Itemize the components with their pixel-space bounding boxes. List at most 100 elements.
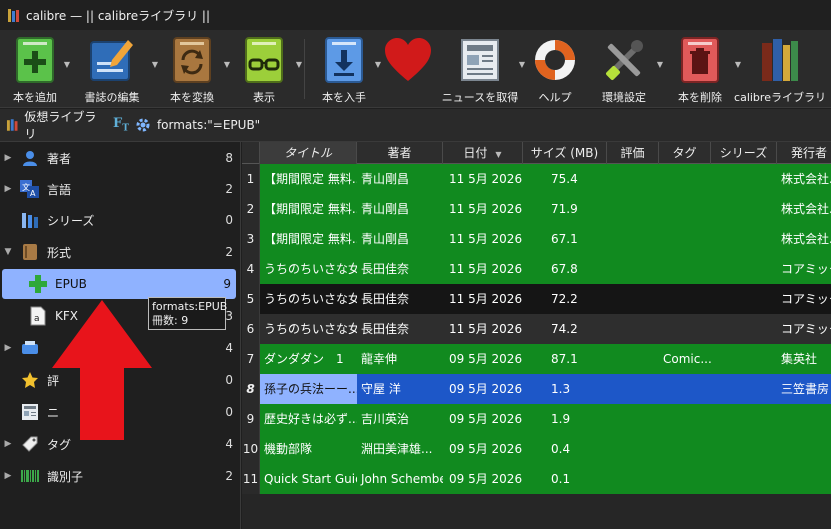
table-row[interactable]: 8 孫子の兵法ーー... 守屋 洋 09 5月 2026 1.3 三笠書房 [242, 374, 831, 404]
table-row[interactable]: 2【期間限定 無料...青山剛昌11 5月 202671.9 株式会社... [242, 194, 831, 224]
cell-publisher[interactable]: 株式会社... [777, 224, 831, 254]
cell-series[interactable] [711, 434, 777, 464]
cell-tags[interactable] [659, 164, 711, 194]
row-number[interactable]: 11 [242, 464, 260, 494]
table-row[interactable]: 1【期間限定 無料...青山剛昌11 5月 202675.4 株式会社... [242, 164, 831, 194]
cell-tags[interactable] [659, 194, 711, 224]
cell-tags[interactable] [659, 434, 711, 464]
cell-publisher[interactable] [777, 464, 831, 494]
cell-rating[interactable] [607, 194, 659, 224]
cell-tags[interactable]: Comic... [659, 344, 711, 374]
cell-tags[interactable] [659, 404, 711, 434]
get-books-button[interactable]: 本を入手 ▼ [309, 30, 381, 108]
expand-arrow-icon[interactable]: ▶ [1, 153, 15, 163]
remove-book-button[interactable]: 本を削除 ▼ [661, 30, 741, 108]
cell-title[interactable]: 歴史好きは必ず... [260, 404, 357, 434]
row-number[interactable]: 9 [242, 404, 260, 434]
add-book-button[interactable]: 本を追加 ▼ [2, 30, 70, 108]
tag-browser-item-identifiers[interactable]: ▶ 識別子 2 [0, 461, 238, 491]
cell-rating[interactable] [607, 434, 659, 464]
cell-tags[interactable] [659, 374, 711, 404]
search-settings-gear-icon[interactable] [135, 117, 151, 133]
cell-rating[interactable] [607, 314, 659, 344]
cell-publisher[interactable]: コアミックス [777, 284, 831, 314]
view-dropdown-icon[interactable]: ▼ [296, 60, 302, 69]
tag-browser-item-authors[interactable]: ▶ 著者 8 [0, 143, 238, 173]
cell-title[interactable]: ダンダダン 1 [260, 344, 357, 374]
convert-book-button[interactable]: 本を変換 ▼ [156, 30, 230, 108]
cell-series[interactable] [711, 404, 777, 434]
cell-tags[interactable] [659, 224, 711, 254]
cell-series[interactable] [711, 314, 777, 344]
cell-author[interactable]: 龍幸伸 [357, 344, 443, 374]
cell-date[interactable]: 09 5月 2026 [443, 404, 523, 434]
cell-tags[interactable] [659, 284, 711, 314]
cell-author[interactable]: John Schember [357, 464, 443, 494]
cell-author[interactable]: 守屋 洋 [357, 374, 443, 404]
cell-author[interactable]: 青山剛昌 [357, 194, 443, 224]
cell-publisher[interactable]: コアミックス [777, 254, 831, 284]
cell-series[interactable] [711, 224, 777, 254]
cell-author[interactable]: 長田佳奈 [357, 284, 443, 314]
cell-rating[interactable] [607, 404, 659, 434]
edit-metadata-button[interactable]: 書誌の編集 ▼ [68, 30, 158, 108]
row-number[interactable]: 7 [242, 344, 260, 374]
row-number[interactable]: 6 [242, 314, 260, 344]
cell-rating[interactable] [607, 464, 659, 494]
help-button[interactable]: ヘルプ [523, 30, 587, 108]
cell-date[interactable]: 09 5月 2026 [443, 434, 523, 464]
cell-date[interactable]: 09 5月 2026 [443, 344, 523, 374]
virtual-library-button[interactable]: 仮想ライブラリ [0, 108, 105, 142]
cell-title[interactable]: うちのちいさな女... [260, 254, 357, 284]
row-number[interactable]: 1 [242, 164, 260, 194]
column-header-title[interactable]: タイトル [260, 142, 357, 164]
cell-size[interactable]: 1.9 [523, 404, 607, 434]
cell-series[interactable] [711, 164, 777, 194]
cell-publisher[interactable]: 三笠書房 [777, 374, 831, 404]
cell-size[interactable]: 67.8 [523, 254, 607, 284]
table-row[interactable]: 5うちのちいさな女...長田佳奈11 5月 202672.2 コアミックス [242, 284, 831, 314]
cell-date[interactable]: 09 5月 2026 [443, 464, 523, 494]
cell-size[interactable]: 72.2 [523, 284, 607, 314]
cell-rating[interactable] [607, 284, 659, 314]
library-button[interactable]: calibreライブラリ [734, 30, 826, 108]
cell-author[interactable]: 青山剛昌 [357, 224, 443, 254]
search-field[interactable]: FT formats:"=EPUB" [113, 112, 831, 138]
cell-title[interactable]: 機動部隊 [260, 434, 357, 464]
table-row[interactable]: 7 ダンダダン 1 龍幸伸 09 5月 2026 87.1 Comic... 集英社 [242, 344, 831, 374]
column-header-publisher[interactable]: 発行者 [777, 142, 831, 164]
cell-date[interactable]: 11 5月 2026 [443, 284, 523, 314]
cell-series[interactable] [711, 464, 777, 494]
cell-rating[interactable] [607, 164, 659, 194]
cell-series[interactable] [711, 284, 777, 314]
cell-size[interactable]: 71.9 [523, 194, 607, 224]
cell-title[interactable]: うちのちいさな女... [260, 314, 357, 344]
cell-tags[interactable] [659, 464, 711, 494]
cell-author[interactable]: 長田佳奈 [357, 254, 443, 284]
cell-rating[interactable] [607, 254, 659, 284]
cell-size[interactable]: 1.3 [523, 374, 607, 404]
row-number[interactable]: 8 [242, 374, 260, 404]
cell-date[interactable]: 09 5月 2026 [443, 374, 523, 404]
table-row[interactable]: 9 歴史好きは必ず... 吉川英治 09 5月 2026 1.9 [242, 404, 831, 434]
cell-author[interactable]: 淵田美津雄... [357, 434, 443, 464]
cell-publisher[interactable]: 株式会社... [777, 194, 831, 224]
tag-browser-item-languages[interactable]: ▶ 文A 言語 2 [0, 174, 238, 204]
cell-date[interactable]: 11 5月 2026 [443, 254, 523, 284]
cell-title[interactable]: Quick Start Guide [260, 464, 357, 494]
cell-rating[interactable] [607, 374, 659, 404]
cell-series[interactable] [711, 374, 777, 404]
view-book-button[interactable]: 表示 ▼ [228, 30, 302, 108]
cell-size[interactable]: 75.4 [523, 164, 607, 194]
cell-size[interactable]: 74.2 [523, 314, 607, 344]
table-row[interactable]: 11Quick Start GuideJohn Schember09 5月 20… [242, 464, 831, 494]
row-number[interactable]: 5 [242, 284, 260, 314]
column-header-rating[interactable]: 評価 [607, 142, 659, 164]
row-number[interactable]: 3 [242, 224, 260, 254]
cell-date[interactable]: 11 5月 2026 [443, 164, 523, 194]
cell-series[interactable] [711, 254, 777, 284]
cell-publisher[interactable] [777, 434, 831, 464]
cell-publisher[interactable] [777, 404, 831, 434]
cell-tags[interactable] [659, 254, 711, 284]
column-header-author[interactable]: 著者 [357, 142, 443, 164]
